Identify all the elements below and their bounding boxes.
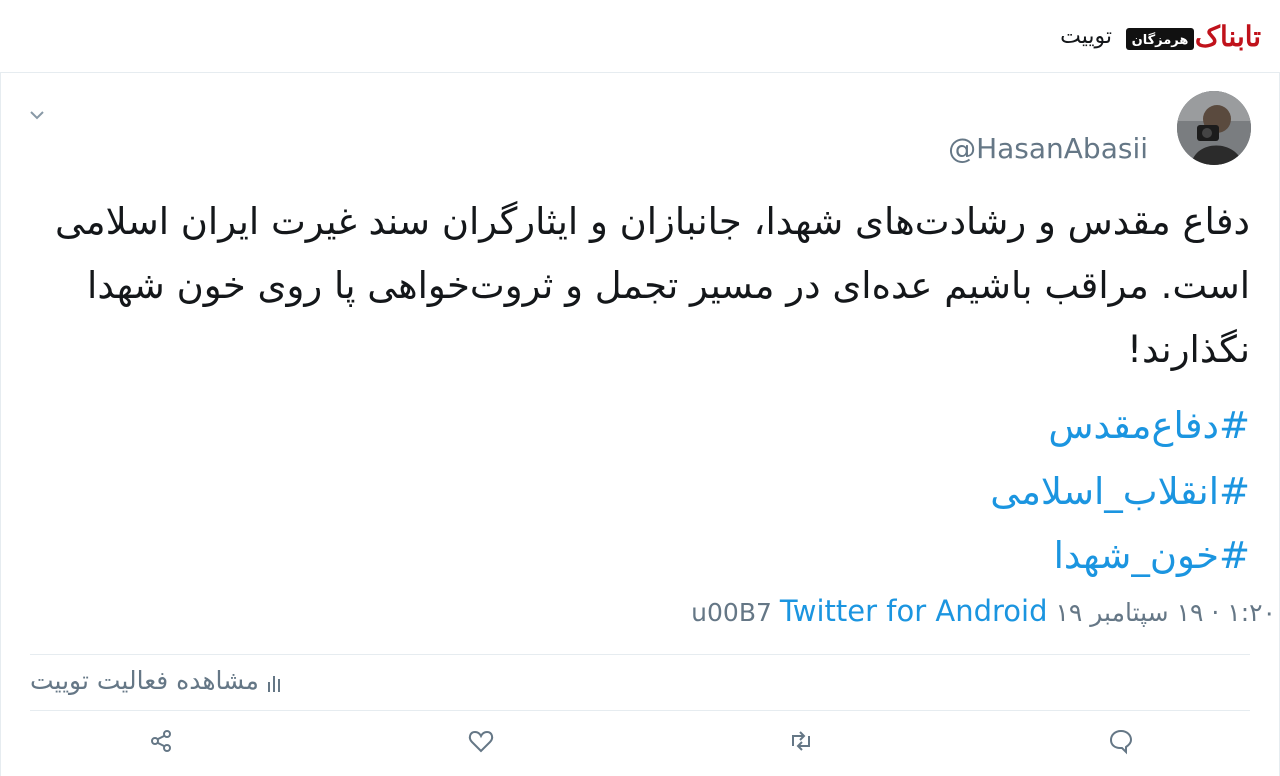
chevron-down-icon[interactable]	[28, 106, 46, 124]
logo-text: تابناک	[1195, 20, 1261, 53]
user-handle[interactable]: @HasanAbasii	[948, 132, 1148, 165]
bar-chart-icon	[267, 671, 283, 693]
hashtag-link[interactable]: #انقلاب_اسلامی	[990, 462, 1250, 522]
share-icon[interactable]	[146, 726, 176, 756]
divider	[30, 654, 1250, 655]
tweet-meta: ۱:۲۰ · ۱۹ سپتامبر ۱۹ u00B7 Twitter for A…	[691, 594, 1276, 628]
tweet-activity-label: مشاهده فعالیت توییت	[30, 666, 259, 695]
divider	[30, 710, 1250, 711]
top-bar: توییت هرمزگان تابناک	[0, 0, 1280, 73]
tweet-source-link[interactable]: Twitter for Android	[780, 594, 1048, 628]
logo-subtext: هرمزگان	[1132, 32, 1189, 48]
tweet-text: دفاع مقدس و رشادت‌های شهدا، جانبازان و ا…	[54, 200, 1250, 371]
avatar[interactable]	[1177, 91, 1251, 165]
hashtag-link[interactable]: #خون_شهدا	[1054, 526, 1250, 586]
retweet-icon[interactable]	[786, 726, 816, 756]
like-icon[interactable]	[466, 726, 496, 756]
hashtag-link[interactable]: #دفاع‌مقدس	[1048, 396, 1250, 456]
reply-icon[interactable]	[1106, 726, 1136, 756]
tweet-timestamp[interactable]: ۱:۲۰ · ۱۹ سپتامبر ۱۹	[1055, 598, 1276, 627]
tabnak-logo: هرمزگان تابناک	[1120, 6, 1266, 60]
separator-text: u00B7	[691, 598, 772, 627]
page-title: توییت	[1060, 24, 1112, 49]
tweet-activity-link[interactable]: مشاهده فعالیت توییت	[30, 666, 283, 695]
